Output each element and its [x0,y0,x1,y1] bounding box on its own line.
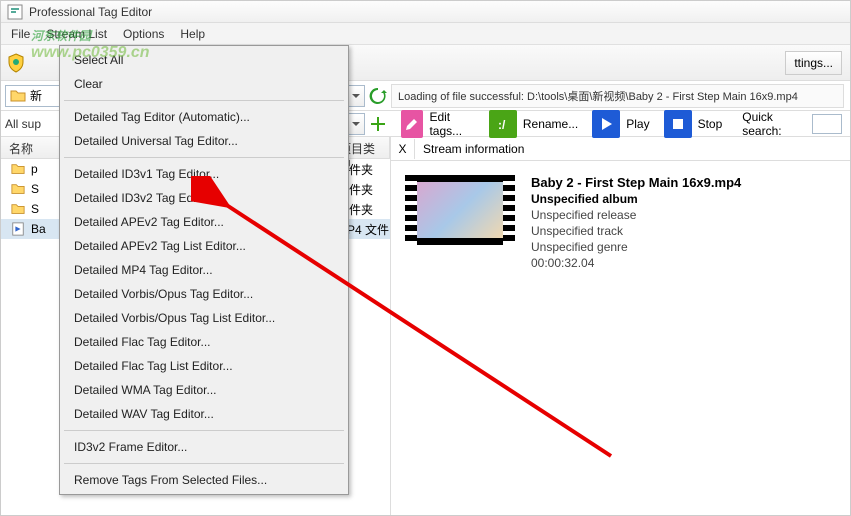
menu-separator [64,463,344,464]
chevron-down-icon [352,92,360,100]
menu-select-all[interactable]: Select All [62,48,346,72]
stream-release: Unspecified release [531,208,741,222]
folder-icon [11,202,25,216]
rename-button[interactable]: :/ Rename... [487,108,580,140]
menu-detailed-auto[interactable]: Detailed Tag Editor (Automatic)... [62,105,346,129]
stop-label: Stop [698,117,723,131]
menu-id3v2[interactable]: Detailed ID3v2 Tag Editor... [62,186,346,210]
play-button[interactable]: Play [590,108,651,140]
stop-icon [664,110,692,138]
menu-wav[interactable]: Detailed WAV Tag Editor... [62,402,346,426]
folder-path-text: 新 [30,87,42,104]
menu-id3v1[interactable]: Detailed ID3v1 Tag Editor... [62,162,346,186]
chevron-down-icon [352,120,360,128]
menu-detailed-universal[interactable]: Detailed Universal Tag Editor... [62,129,346,153]
menu-remove-tags[interactable]: Remove Tags From Selected Files... [62,468,346,492]
stream-list-menu: Select All Clear Detailed Tag Editor (Au… [59,45,349,495]
menu-id3v2-frame[interactable]: ID3v2 Frame Editor... [62,435,346,459]
stream-body: Baby 2 - First Step Main 16x9.mp4 Unspec… [391,161,850,515]
detail-pane: X Stream information Baby 2 - First Step… [391,137,850,515]
settings-button[interactable]: ttings... [785,51,842,75]
folder-icon [11,182,25,196]
play-icon [592,110,620,138]
edit-tags-button[interactable]: Edit tags... [399,108,477,140]
stream-track: Unspecified track [531,224,741,238]
refresh-icon[interactable] [369,87,387,105]
edit-tags-label: Edit tags... [429,110,474,138]
menu-separator [64,100,344,101]
path-dropdown[interactable] [347,85,365,107]
filmstrip-frame [405,175,515,245]
menu-flac[interactable]: Detailed Flac Tag Editor... [62,330,346,354]
stream-header: X Stream information [391,137,850,161]
rename-icon: :/ [489,110,517,138]
stream-info: Baby 2 - First Step Main 16x9.mp4 Unspec… [531,175,741,501]
settings-label: ttings... [794,56,833,70]
quick-search-label: Quick search: [742,110,802,138]
menu-separator [64,157,344,158]
menu-apev2-list[interactable]: Detailed APEv2 Tag List Editor... [62,234,346,258]
menu-file[interactable]: File [3,24,38,44]
play-label: Play [626,117,649,131]
video-file-icon [11,222,25,236]
stream-genre: Unspecified genre [531,240,741,254]
stream-header-label: Stream information [415,139,532,159]
menu-vorbis[interactable]: Detailed Vorbis/Opus Tag Editor... [62,282,346,306]
menu-wma[interactable]: Detailed WMA Tag Editor... [62,378,346,402]
stop-button[interactable]: Stop [662,108,725,140]
plus-icon[interactable] [369,115,387,133]
quick-search-input[interactable] [812,114,842,134]
thumbnail [405,175,515,501]
menu-bar: File Stream List Options Help [1,23,850,45]
app-icon [7,4,23,20]
menu-apev2[interactable]: Detailed APEv2 Tag Editor... [62,210,346,234]
filter-dropdown[interactable] [347,113,365,135]
toolbar-left [1,45,31,81]
folder-icon [10,88,26,104]
filter-label: All sup [5,117,41,131]
thumbnail-image [417,182,503,238]
folder-icon [11,162,25,176]
pencil-icon [401,110,423,138]
stream-album: Unspecified album [531,192,741,206]
menu-flac-list[interactable]: Detailed Flac Tag List Editor... [62,354,346,378]
shield-icon[interactable] [5,52,27,74]
menu-stream-list[interactable]: Stream List [38,24,115,44]
menu-separator [64,430,344,431]
menu-mp4[interactable]: Detailed MP4 Tag Editor... [62,258,346,282]
stream-title: Baby 2 - First Step Main 16x9.mp4 [531,175,741,190]
status-text: Loading of file successful: D:\tools\桌面\… [391,84,844,108]
window-title: Professional Tag Editor [29,5,152,19]
rename-label: Rename... [523,117,578,131]
title-bar: Professional Tag Editor [1,1,850,23]
menu-vorbis-list[interactable]: Detailed Vorbis/Opus Tag List Editor... [62,306,346,330]
stream-duration: 00:00:32.04 [531,256,741,270]
close-stream-x[interactable]: X [391,139,415,159]
menu-clear[interactable]: Clear [62,72,346,96]
menu-help[interactable]: Help [172,24,213,44]
menu-options[interactable]: Options [115,24,172,44]
svg-text::/: :/ [498,118,506,132]
